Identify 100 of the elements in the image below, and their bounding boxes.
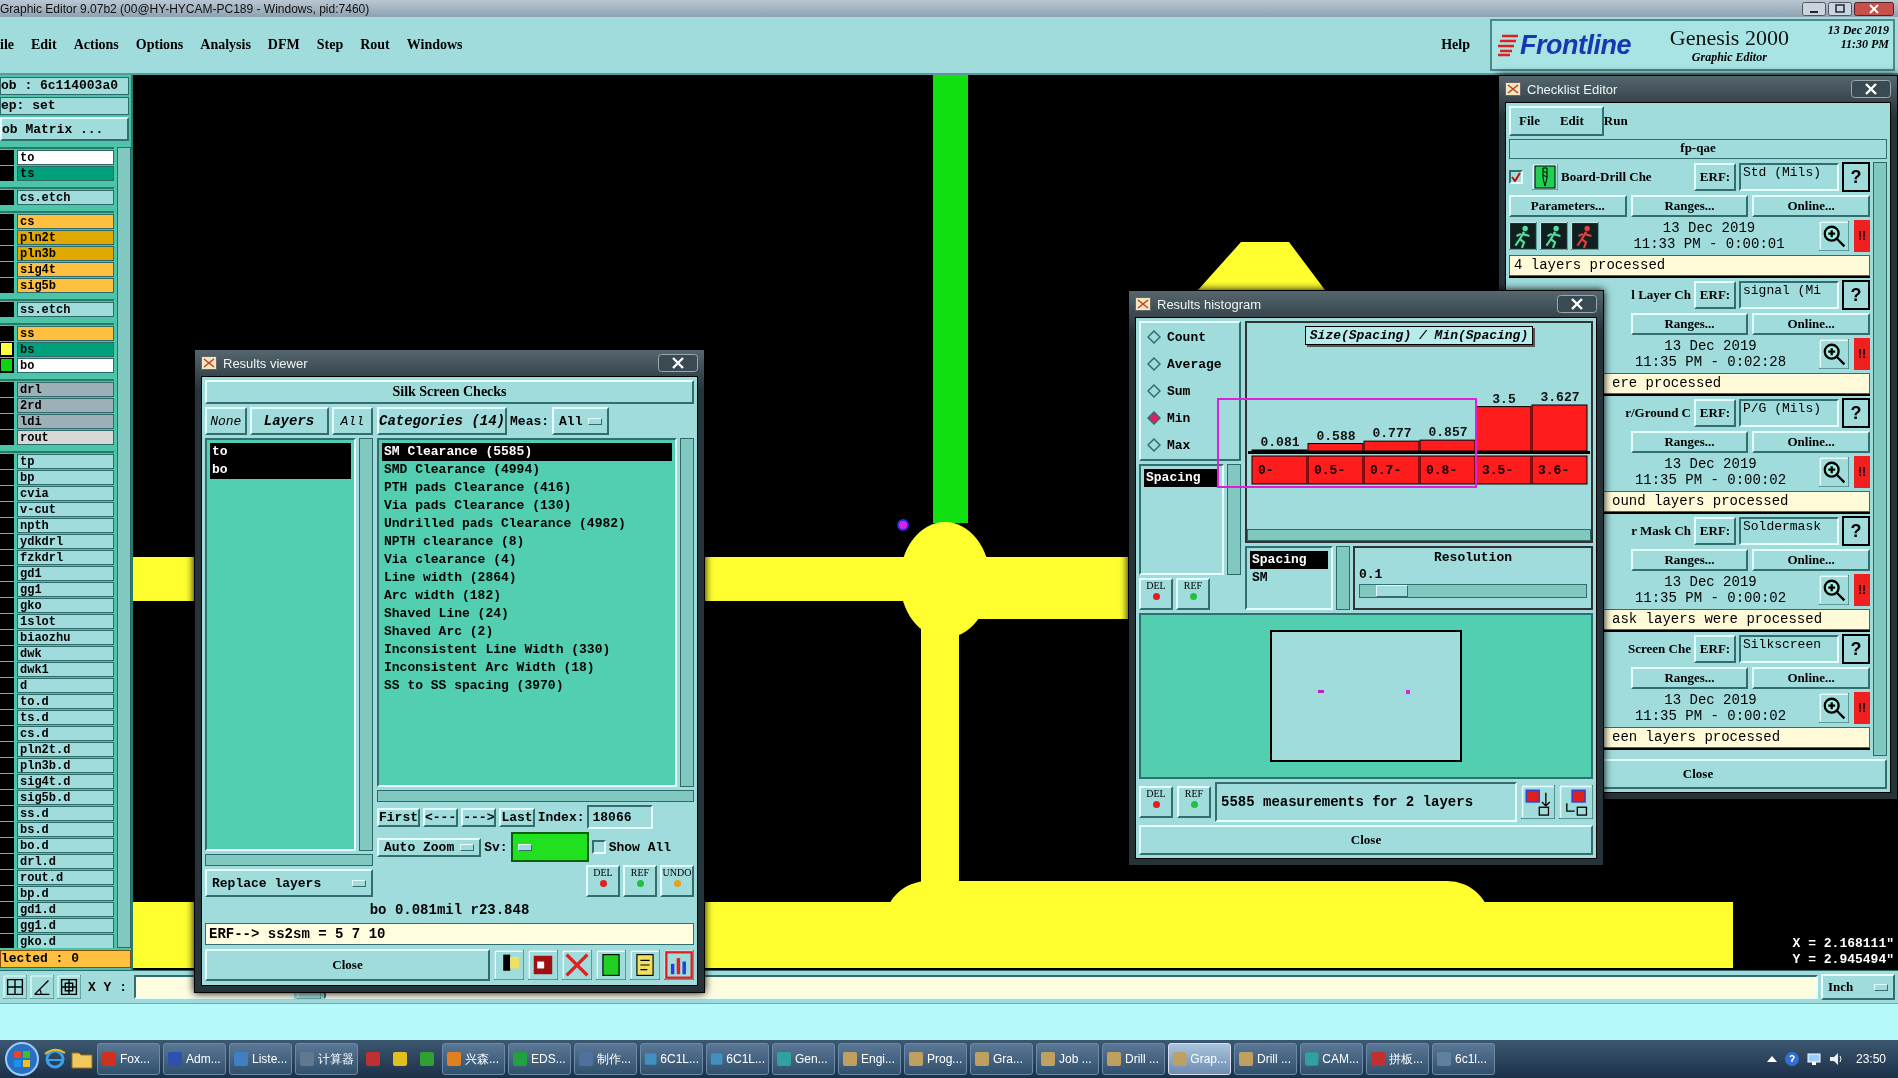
- tool-button[interactable]: DEL: [1139, 578, 1173, 611]
- taskbar-button[interactable]: 兴森...: [442, 1043, 505, 1075]
- layer-toggle[interactable]: [0, 430, 14, 445]
- runner-icon[interactable]: [1509, 222, 1537, 250]
- category-list-item[interactable]: Via clearance (4): [382, 551, 672, 569]
- layer-toggle[interactable]: [0, 854, 14, 869]
- close-button[interactable]: Close: [1139, 825, 1593, 855]
- bin-label[interactable]: 0.7-: [1363, 455, 1420, 485]
- alert-badge[interactable]: !!: [1854, 220, 1870, 252]
- layer-toggle[interactable]: [0, 694, 14, 709]
- layer-name[interactable]: d: [17, 678, 114, 693]
- slider-thumb[interactable]: [1375, 585, 1408, 598]
- check-action-button[interactable]: Online...: [1752, 431, 1870, 453]
- help-button[interactable]: ?: [1842, 516, 1870, 546]
- layer-toggle[interactable]: [0, 262, 14, 277]
- category-list-item[interactable]: NPTH clearance (8): [382, 533, 672, 551]
- layer-toggle[interactable]: [0, 886, 14, 901]
- taskbar-button[interactable]: Gra...: [970, 1043, 1033, 1075]
- layer-toggle[interactable]: [0, 742, 14, 757]
- zoom-in-icon[interactable]: [1819, 693, 1849, 723]
- minimize-icon[interactable]: [1802, 1, 1826, 16]
- check-action-button[interactable]: Online...: [1752, 549, 1870, 571]
- speaker-icon[interactable]: [1827, 1051, 1844, 1067]
- layer-list-item[interactable]: bo: [210, 461, 351, 479]
- help-icon[interactable]: [1783, 1051, 1800, 1067]
- histogram-bar[interactable]: [1251, 449, 1308, 452]
- layer-toggle[interactable]: [0, 918, 14, 933]
- layer-name[interactable]: ss.d: [17, 806, 114, 821]
- layer-toggle[interactable]: [0, 190, 14, 205]
- category-list-item[interactable]: Inconsistent Line Width (330): [382, 641, 672, 659]
- start-button[interactable]: [4, 1041, 40, 1077]
- help-button[interactable]: ?: [1842, 398, 1870, 428]
- histogram-bar[interactable]: [1531, 404, 1588, 452]
- checkbox[interactable]: [1509, 170, 1523, 184]
- check-action-button[interactable]: Online...: [1752, 313, 1870, 335]
- runner-icon[interactable]: [1540, 222, 1568, 250]
- layer-toggle[interactable]: [0, 278, 14, 293]
- list-item[interactable]: Spacing: [1250, 551, 1328, 570]
- grid-icon[interactable]: [3, 975, 27, 999]
- layer-toggle[interactable]: [0, 230, 14, 245]
- resolution-slider[interactable]: [1359, 584, 1587, 599]
- radio-option[interactable]: Max: [1141, 435, 1239, 455]
- vertical-scrollbar[interactable]: [1873, 162, 1887, 756]
- layer-name[interactable]: tp: [17, 454, 114, 469]
- layer-toggle[interactable]: [0, 790, 14, 805]
- layer-name[interactable]: cs: [17, 214, 114, 229]
- checkbox[interactable]: [591, 840, 606, 854]
- layer-name[interactable]: ldi: [17, 414, 114, 429]
- layer-toggle[interactable]: [0, 214, 14, 229]
- erf-field[interactable]: Std (Mils): [1739, 163, 1839, 191]
- figure-icon[interactable]: [494, 950, 524, 980]
- layer-name[interactable]: bo: [17, 358, 114, 373]
- layer-name[interactable]: bs.d: [17, 822, 114, 837]
- layer-toggle[interactable]: [0, 534, 14, 549]
- alert-badge[interactable]: !!: [1854, 692, 1870, 724]
- category-list-item[interactable]: PTH pads Clearance (416): [382, 479, 672, 497]
- erf-button[interactable]: ERF:: [1694, 399, 1736, 427]
- tray-expand-icon[interactable]: [1765, 1054, 1778, 1064]
- taskbar-button[interactable]: 6C1L...: [706, 1043, 769, 1075]
- close-icon[interactable]: [1851, 80, 1891, 98]
- navigation-button[interactable]: Last: [499, 807, 535, 827]
- close-icon[interactable]: [1557, 295, 1597, 313]
- vertical-scrollbar[interactable]: [117, 147, 131, 948]
- layer-toggle[interactable]: [0, 470, 14, 485]
- layer-name[interactable]: biaozhu: [17, 630, 114, 645]
- layer-name[interactable]: 1slot: [17, 614, 114, 629]
- layer-toggle[interactable]: [0, 822, 14, 837]
- vertical-scrollbar[interactable]: [359, 438, 373, 851]
- chart-import-icon[interactable]: [1559, 785, 1593, 819]
- layer-name[interactable]: ydkdrl: [17, 534, 114, 549]
- category-list-item[interactable]: SM Clearance (5585): [382, 443, 672, 461]
- taskbar-button[interactable]: Engi...: [838, 1043, 901, 1075]
- layer-toggle[interactable]: [0, 806, 14, 821]
- layer-name[interactable]: pln3b: [17, 246, 114, 261]
- radio-diamond[interactable]: [1147, 330, 1161, 344]
- tool-button[interactable]: REF: [623, 865, 657, 897]
- layer-name[interactable]: to.d: [17, 694, 114, 709]
- erf-button[interactable]: ERF:: [1694, 635, 1736, 663]
- layer-toggle[interactable]: [0, 382, 14, 397]
- zoom-in-icon[interactable]: [1819, 575, 1849, 605]
- layer-toggle[interactable]: [0, 710, 14, 725]
- layer-toggle[interactable]: [0, 934, 14, 948]
- layer-toggle[interactable]: [0, 870, 14, 885]
- menu-item[interactable]: Edit: [1559, 113, 1584, 129]
- severity-dropdown[interactable]: [510, 832, 589, 862]
- navigation-button[interactable]: --->: [461, 807, 497, 827]
- replace-layers-dropdown[interactable]: Replace layers: [205, 869, 373, 897]
- layer-toggle[interactable]: [0, 614, 14, 629]
- layer-toggle[interactable]: [0, 166, 14, 181]
- network-icon[interactable]: [1805, 1051, 1822, 1067]
- zoom-in-icon[interactable]: [1819, 457, 1849, 487]
- layer-name[interactable]: ss: [17, 326, 114, 341]
- layer-name[interactable]: gg1.d: [17, 918, 114, 933]
- navigation-button[interactable]: First: [377, 807, 420, 827]
- chart-export-icon[interactable]: [1521, 785, 1555, 819]
- layer-name[interactable]: 2rd: [17, 398, 114, 413]
- layer-toggle[interactable]: [0, 486, 14, 501]
- taskbar-button[interactable]: Job ...: [1036, 1043, 1099, 1075]
- drill-bit-icon[interactable]: [1532, 164, 1558, 190]
- layer-toggle[interactable]: [0, 518, 14, 533]
